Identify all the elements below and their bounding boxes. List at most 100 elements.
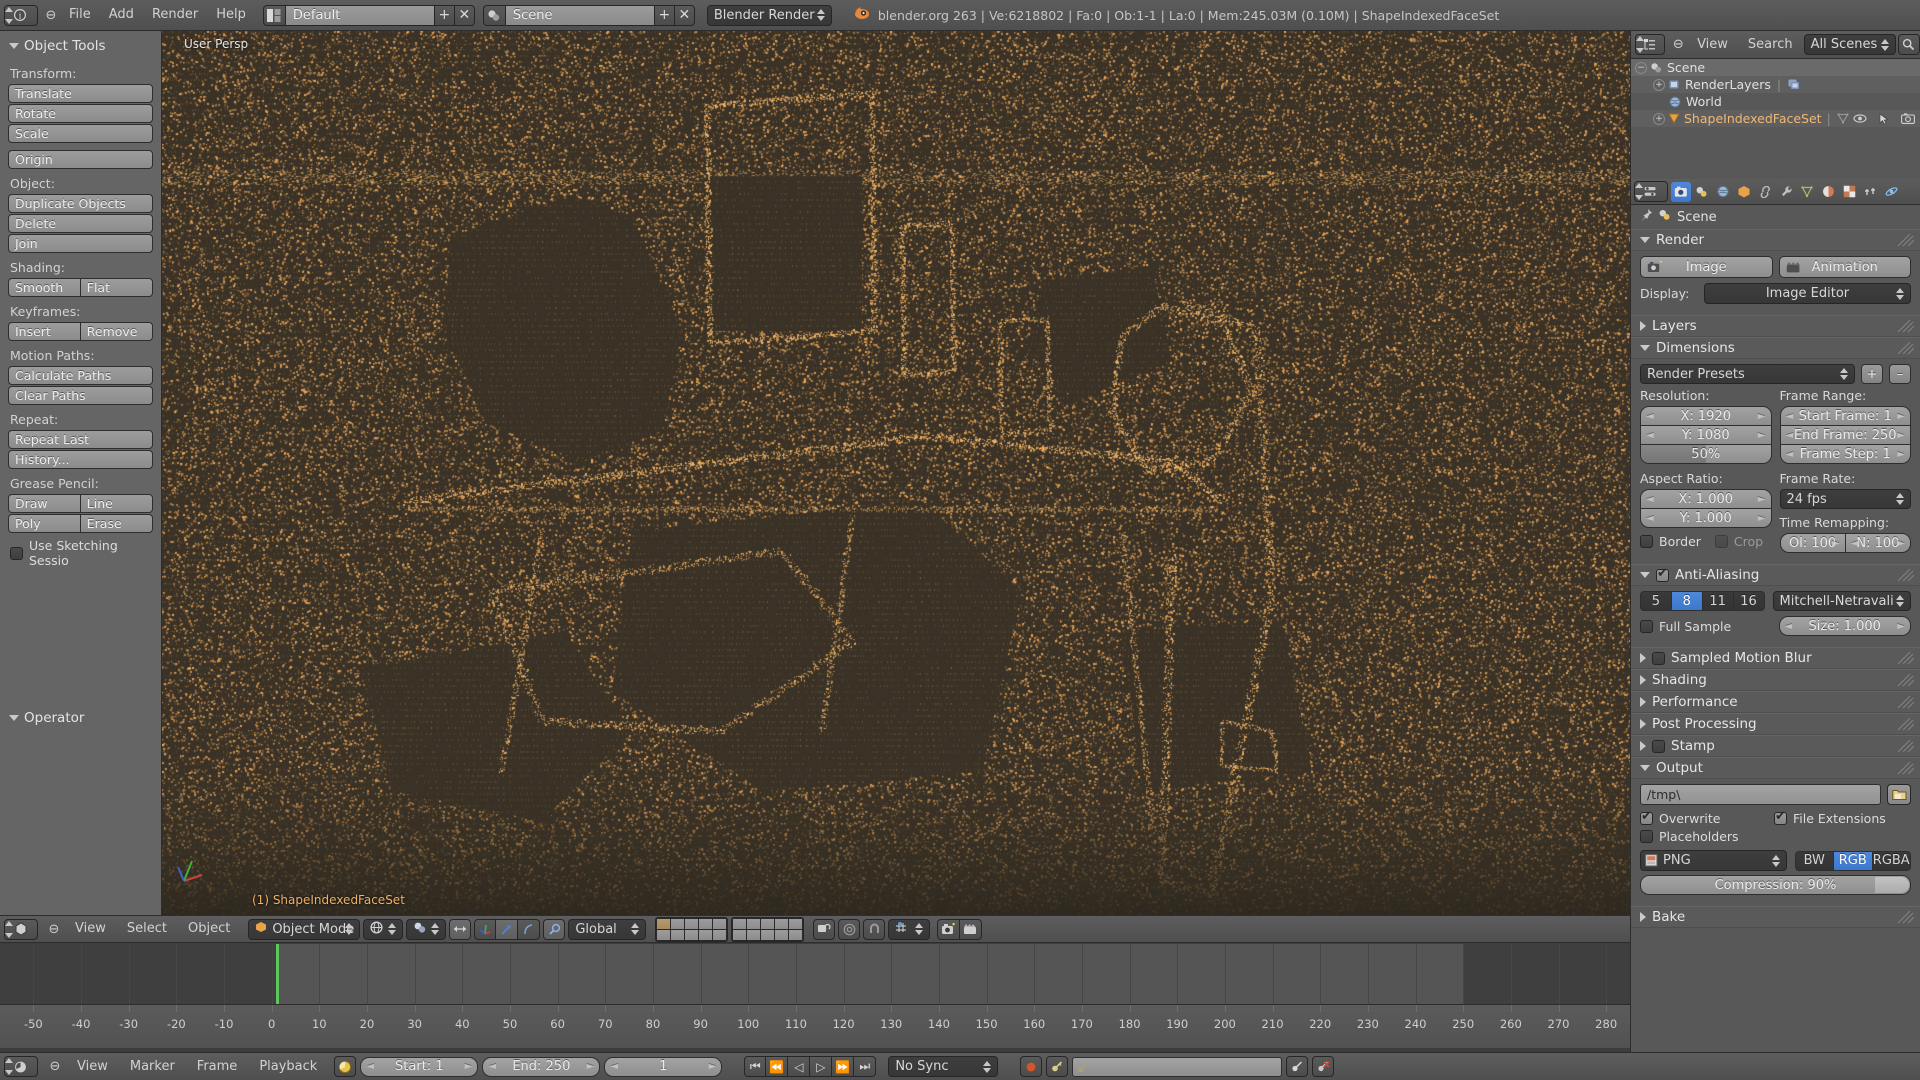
display-mode-dropdown[interactable]: Image Editor (1704, 283, 1911, 304)
clear-paths-button[interactable]: Clear Paths (8, 386, 153, 405)
eye-icon[interactable] (1853, 111, 1868, 126)
file-extensions-checkbox[interactable]: File Extensions (1774, 809, 1886, 826)
render-animation-button[interactable]: Animation (1778, 256, 1911, 278)
full-sample-checkbox[interactable]: Full Sample (1640, 619, 1771, 634)
post-processing-section-header[interactable]: Post Processing (1631, 713, 1920, 735)
render-buttons-group[interactable] (937, 918, 983, 940)
frame-step-field[interactable]: ◄ Frame Step: 1 ► (1779, 444, 1911, 464)
increment-arrow-icon[interactable]: ► (1897, 411, 1905, 422)
render-tab[interactable] (1671, 181, 1691, 202)
scene-tab[interactable] (1692, 182, 1712, 202)
increment-arrow-icon[interactable]: ► (709, 1061, 717, 1072)
world-tab[interactable] (1713, 182, 1733, 202)
timeline-menu-view[interactable]: View (68, 1054, 117, 1080)
transform-widget-toggle-icon[interactable] (449, 918, 472, 940)
bake-section-header[interactable]: Bake (1631, 906, 1920, 928)
gpencil-poly-button[interactable]: Poly (8, 514, 81, 533)
scale-manipulator-icon[interactable] (518, 918, 541, 940)
increment-arrow-icon[interactable]: ► (1758, 494, 1766, 505)
history-button[interactable]: History... (8, 450, 153, 469)
timeline-editor-icon[interactable] (4, 1056, 38, 1077)
timeline-menu-marker[interactable]: Marker (121, 1054, 184, 1080)
timeline-playhead[interactable] (276, 944, 280, 1004)
object-tab[interactable] (1734, 182, 1754, 202)
menu-file[interactable]: File (60, 2, 100, 28)
antialiasing-section-header[interactable]: Anti-Aliasing (1631, 564, 1920, 586)
camera-icon[interactable] (1901, 111, 1916, 126)
collapse-menu-icon[interactable]: ⊖ (42, 6, 60, 24)
scene-layers-grid-b[interactable] (731, 916, 805, 942)
decrement-arrow-icon[interactable]: ◄ (1851, 538, 1859, 549)
antialiasing-enable-checkbox[interactable] (1656, 566, 1669, 582)
operator-panel-header[interactable]: Operator (0, 703, 161, 731)
performance-section-header[interactable]: Performance (1631, 691, 1920, 713)
delete-button[interactable]: Delete (8, 214, 153, 233)
aa-size-field[interactable]: ◄ Size: 1.000 ► (1778, 616, 1911, 636)
increment-arrow-icon[interactable]: ► (1832, 538, 1840, 549)
modifiers-tab[interactable] (1776, 182, 1796, 202)
color-mode-rgb[interactable]: RGB (1834, 850, 1873, 871)
decrement-arrow-icon[interactable]: ◄ (1786, 411, 1794, 422)
start-frame-field[interactable]: ◄ Start Frame: 1 ► (1779, 406, 1911, 426)
decrement-arrow-icon[interactable]: ◄ (610, 1061, 618, 1072)
outliner-editor-icon[interactable] (1635, 34, 1665, 55)
increment-arrow-icon[interactable]: ► (1758, 430, 1766, 441)
timeline-editor[interactable]: -50 -40 -30 -20 -10 0 10 20 30 40 50 60 70 80 90 100 110… (0, 944, 1630, 1048)
scene-selector[interactable]: Scene + ✕ (482, 4, 695, 26)
renderlayers-data-icon[interactable] (1787, 77, 1802, 92)
repeat-last-button[interactable]: Repeat Last (8, 430, 153, 449)
properties-editor-icon[interactable] (1634, 181, 1668, 202)
jump-to-start-icon[interactable]: ⏮ (744, 1056, 767, 1077)
resolution-y-field[interactable]: ◄ Y: 1080 ► (1640, 425, 1772, 445)
placeholders-checkbox[interactable]: Placeholders (1640, 829, 1739, 844)
properties-editor[interactable]: Scene Render Image Animation Display: Im… (1630, 179, 1920, 1052)
use-sketching-session-checkbox[interactable]: Use Sketching Sessio (8, 538, 153, 568)
aa-samples-16[interactable]: 16 (1733, 591, 1765, 611)
constraints-tab[interactable] (1755, 182, 1775, 202)
stamp-section-header[interactable]: Stamp (1631, 735, 1920, 757)
outliner-row-shapeindexedfaceset[interactable]: + ShapeIndexedFaceSet | (1631, 110, 1920, 127)
manipulator-mode-group[interactable] (474, 918, 541, 940)
layers-section-header[interactable]: Layers (1631, 315, 1920, 337)
3d-viewport[interactable]: User Persp (1) ShapeIndexedFaceSet (162, 31, 1630, 915)
menu-help[interactable]: Help (207, 2, 255, 28)
decrement-arrow-icon[interactable]: ◄ (1786, 449, 1794, 460)
jump-to-end-icon[interactable]: ⏭ (854, 1056, 877, 1077)
outliner-row-renderlayers[interactable]: + RenderLayers | (1631, 76, 1920, 93)
outliner-row-scene[interactable]: − Scene (1631, 59, 1920, 76)
editor-type-selector[interactable]: i (4, 4, 38, 26)
physics-tab[interactable] (1881, 182, 1901, 202)
outliner-editor[interactable]: ⊖ View Search All Scenes − Scene + Rende… (1630, 31, 1920, 179)
decrement-arrow-icon[interactable]: ◄ (488, 1061, 496, 1072)
time-remap-old-field[interactable]: Ol: 100 ► (1779, 533, 1846, 553)
lock-to-scene-icon[interactable] (813, 918, 836, 940)
increment-arrow-icon[interactable]: ► (587, 1061, 595, 1072)
step-back-icon[interactable]: ⏪ (766, 1056, 789, 1077)
search-icon[interactable] (1897, 34, 1920, 55)
record-icon[interactable] (1020, 1056, 1043, 1077)
collapse-expander-icon[interactable]: − (1635, 61, 1647, 74)
snap-magnet-icon[interactable] (863, 918, 886, 940)
translate-manipulator-icon[interactable] (474, 918, 497, 940)
start-frame-field[interactable]: ◄ Start: 1 ► (360, 1056, 479, 1077)
timeline-ruler[interactable]: -50 -40 -30 -20 -10 0 10 20 30 40 50 60 70 80 90 100 110… (0, 1004, 1630, 1048)
aspect-y-field[interactable]: ◄ Y: 1.000 ► (1640, 508, 1772, 528)
orientation-icon[interactable] (543, 918, 566, 940)
screen-layout-selector[interactable]: Default + ✕ (262, 4, 475, 26)
shade-smooth-button[interactable]: Smooth (8, 278, 81, 297)
aa-filter-dropdown[interactable]: Mitchell-Netravali (1772, 591, 1911, 611)
origin-button[interactable]: Origin (8, 150, 153, 169)
sampled-motion-blur-checkbox[interactable] (1652, 651, 1665, 665)
play-icon[interactable]: ▷ (810, 1056, 833, 1077)
resolution-x-field[interactable]: ◄ X: 1920 ► (1640, 406, 1772, 426)
remove-keyframe-icon[interactable] (1312, 1056, 1335, 1077)
sampled-motion-blur-section-header[interactable]: Sampled Motion Blur (1631, 647, 1920, 669)
decrement-arrow-icon[interactable]: ◄ (1786, 430, 1794, 441)
increment-arrow-icon[interactable]: ► (1758, 411, 1766, 422)
overwrite-checkbox[interactable]: Overwrite (1640, 809, 1758, 826)
duplicate-objects-button[interactable]: Duplicate Objects (8, 194, 153, 213)
aa-samples-group[interactable]: 5 8 11 16 (1640, 591, 1765, 611)
time-remap-new-field[interactable]: ◄ N: 100 ► (1845, 533, 1911, 553)
increment-arrow-icon[interactable]: ► (465, 1061, 473, 1072)
viewport-shading-dropdown[interactable] (363, 918, 404, 940)
